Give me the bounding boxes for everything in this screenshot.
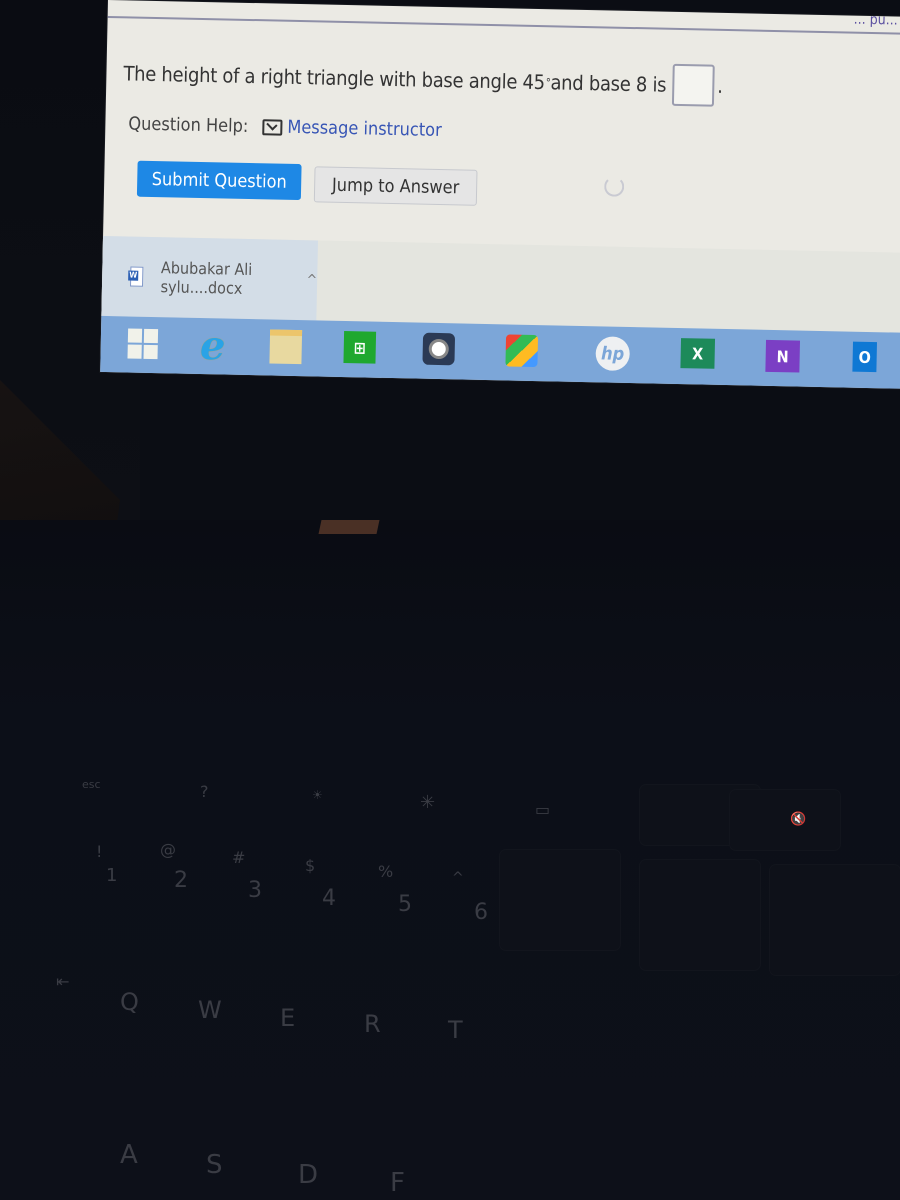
onenote-icon[interactable]: N: [765, 339, 801, 373]
key-f3-brightness-down[interactable]: ☀: [312, 788, 323, 802]
key-3-shift: #: [232, 848, 246, 867]
hinge-accent: [318, 520, 380, 534]
key-5-shift: %: [378, 862, 394, 881]
keycap: [640, 860, 760, 970]
answer-input[interactable]: [671, 63, 715, 107]
key-esc[interactable]: esc: [82, 778, 101, 791]
windows-store-icon[interactable]: ⊞: [343, 331, 377, 364]
key-s[interactable]: S: [206, 1150, 223, 1180]
outlook-icon[interactable]: O: [852, 341, 878, 373]
key-f6-mute[interactable]: 🔇: [790, 812, 806, 827]
keycap: [730, 790, 840, 850]
hp-icon[interactable]: hp: [595, 336, 631, 371]
keycap: [500, 850, 620, 950]
file-explorer-icon[interactable]: [268, 329, 303, 365]
question-suffix: and base 8 is: [550, 70, 667, 97]
laptop-screen: ... pu... The height of a right triangle…: [100, 0, 900, 389]
top-fragment-text: ... pu...: [853, 11, 898, 29]
help-label: Question Help:: [128, 113, 249, 137]
key-2[interactable]: 2: [174, 868, 188, 893]
windows-start-icon[interactable]: [125, 326, 160, 361]
download-filename: Abubakar Ali sylu....docx: [160, 258, 253, 298]
message-instructor-link[interactable]: Message instructor: [287, 117, 442, 141]
period: .: [717, 73, 723, 98]
question-help: Question Help: Message instructor: [128, 113, 442, 141]
loading-spinner-icon: [603, 176, 625, 197]
divider: [107, 15, 900, 35]
key-d[interactable]: D: [298, 1160, 318, 1190]
chevron-up-icon[interactable]: ^: [306, 272, 317, 288]
key-f4-brightness-up[interactable]: ✳: [420, 792, 435, 813]
key-t[interactable]: T: [448, 1016, 463, 1044]
key-a[interactable]: A: [120, 1140, 138, 1170]
puzzle-app-icon[interactable]: [505, 334, 539, 368]
key-f2[interactable]: ?: [200, 782, 209, 801]
submit-question-button[interactable]: Submit Question: [136, 160, 302, 201]
key-tab[interactable]: ⇤: [56, 972, 69, 991]
key-1[interactable]: 1: [106, 865, 117, 886]
key-4[interactable]: 4: [322, 886, 336, 911]
internet-explorer-icon[interactable]: e: [195, 322, 230, 370]
jump-to-answer-button[interactable]: Jump to Answer: [313, 166, 478, 206]
key-e[interactable]: E: [280, 1004, 295, 1032]
key-2-shift: @: [160, 840, 176, 859]
excel-icon[interactable]: X: [680, 338, 716, 369]
key-3[interactable]: 3: [248, 878, 262, 903]
key-q[interactable]: Q: [120, 988, 139, 1016]
webcam-app-icon[interactable]: [422, 332, 456, 366]
key-6-shift: ^: [452, 870, 464, 886]
key-6[interactable]: 6: [474, 900, 488, 925]
keycap: [770, 865, 900, 975]
laptop-keyboard: esc ? ☀ ✳ ▭ 🔇 ! 1 @ 2 # 3 $ 4 % 5 ^ 6 ⇤ …: [0, 520, 900, 1200]
download-item[interactable]: W Abubakar Ali sylu....docx ^: [101, 235, 319, 321]
question-text: The height of a right triangle with base…: [123, 52, 723, 107]
word-doc-icon: W: [128, 266, 144, 287]
key-w[interactable]: W: [198, 996, 222, 1024]
key-r[interactable]: R: [364, 1010, 381, 1038]
key-f[interactable]: F: [390, 1168, 405, 1198]
mail-icon: [262, 118, 283, 136]
key-1-shift: !: [96, 842, 103, 861]
key-4-shift: $: [305, 856, 316, 875]
key-5[interactable]: 5: [398, 892, 412, 917]
question-prefix: The height of a right triangle with base…: [123, 61, 546, 95]
key-f5-display[interactable]: ▭: [535, 800, 550, 819]
